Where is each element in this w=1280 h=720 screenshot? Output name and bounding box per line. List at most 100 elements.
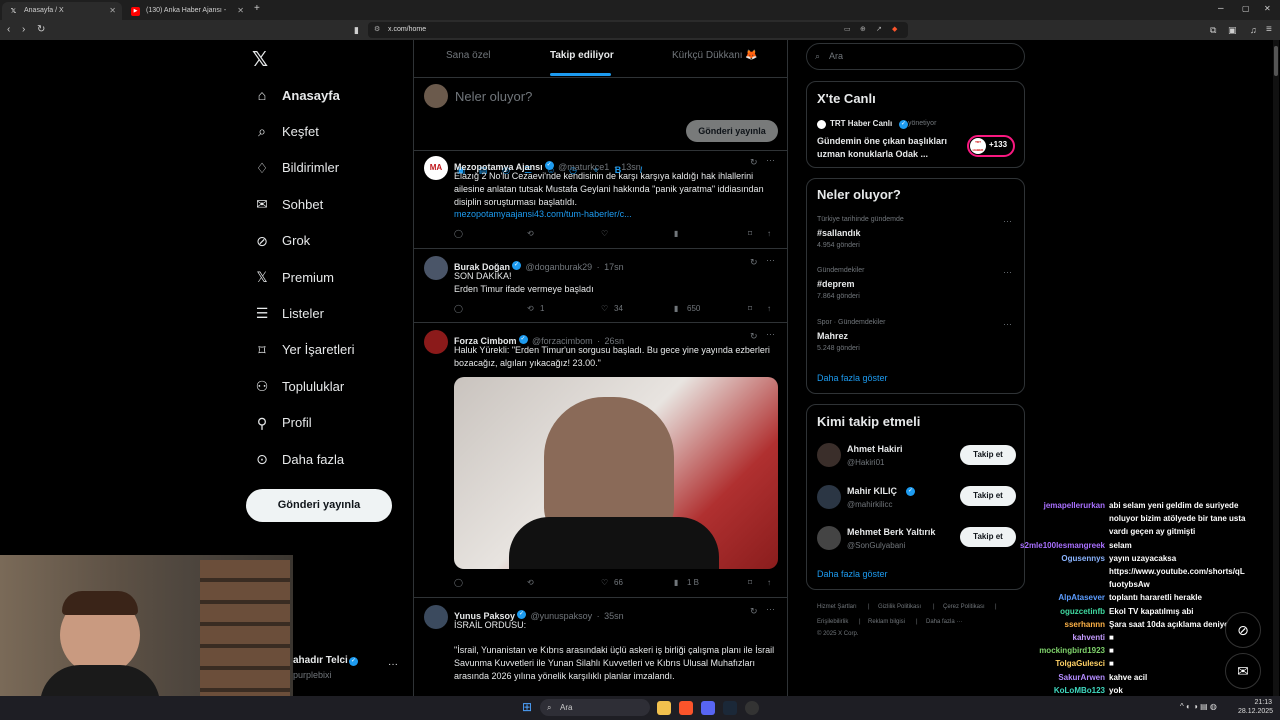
like-icon[interactable]: ♡ <box>601 578 608 587</box>
compose-post-button[interactable]: Gönderi yayınla <box>686 120 778 142</box>
back-icon[interactable]: ‹ <box>7 23 10 37</box>
live-headline[interactable]: Gündemin öne çıkan başlıkları uzman konu… <box>817 135 957 161</box>
reload-icon[interactable]: ↻ <box>37 23 45 37</box>
avatar[interactable] <box>424 330 448 354</box>
share-icon[interactable]: ↗ <box>876 22 882 38</box>
nav-item-x-logo[interactable]: 𝕏 Premium <box>254 265 334 289</box>
minimize-icon[interactable]: – <box>1218 2 1224 16</box>
repost-icon[interactable]: ⟲ <box>527 229 534 238</box>
obs-icon[interactable] <box>745 701 759 715</box>
views-icon[interactable]: ▮ <box>674 578 678 587</box>
repost-icon[interactable]: ⟲ <box>527 304 534 313</box>
post-button[interactable]: Gönderi yayınla <box>246 489 392 522</box>
views-icon[interactable]: ▮ <box>674 304 678 313</box>
x-logo-icon[interactable]: 𝕏 <box>252 47 268 72</box>
tab-list[interactable]: Kürkçü Dükkanı 🦊 <box>672 50 758 61</box>
bookmark-icon[interactable]: ⌑ <box>748 229 752 238</box>
nav-item-more-circle[interactable]: ⊙ Daha fazla <box>254 447 344 471</box>
tweet-image[interactable] <box>454 377 778 569</box>
avatar[interactable] <box>424 256 448 280</box>
account-name[interactable]: ahadır Telci <box>293 655 348 666</box>
close-tab-icon[interactable]: ✕ <box>109 2 116 20</box>
tab-following[interactable]: Takip ediliyor <box>550 50 614 61</box>
footer-link[interactable]: Çerez Politikası <box>943 604 985 610</box>
tray-icons[interactable]: ^ ◐ ◑ ▤ ◍ <box>1180 702 1217 711</box>
wtf-name[interactable]: Mehmet Berk Yaltırık <box>847 527 935 537</box>
browser-tab-x[interactable]: 𝕏 Anasayfa / X ✕ <box>2 2 122 20</box>
avatar[interactable] <box>817 526 841 550</box>
new-tab-icon[interactable]: + <box>254 2 260 16</box>
more-icon[interactable]: ··· <box>766 604 775 614</box>
more-icon[interactable]: ··· <box>766 255 775 265</box>
more-icon[interactable]: ··· <box>1003 267 1012 277</box>
reply-icon[interactable]: ◯ <box>454 229 463 238</box>
messages-float-icon[interactable]: ✉ <box>1225 653 1261 689</box>
footer-link[interactable]: Erişilebilirlik <box>817 619 848 625</box>
clock-time[interactable]: 21:13 <box>1240 699 1272 706</box>
more-icon[interactable]: ··· <box>766 329 775 339</box>
grok-float-icon[interactable]: ⊘ <box>1225 612 1261 648</box>
address-bar[interactable]: ⚙ x.com/home ▭ ⊕ ↗ ◆ <box>368 22 908 38</box>
nav-item-person[interactable]: ⚲ Profil <box>254 411 312 435</box>
wallet-icon[interactable]: ▣ <box>1228 23 1237 37</box>
bookmark-page-icon[interactable]: ▮ <box>354 23 359 37</box>
taskbar-search[interactable]: ⌕ Ara <box>540 699 650 716</box>
browser-tab-youtube[interactable]: ▶ (130) Anka Haber Ajansı - YouTube ✕ <box>124 2 250 32</box>
file-explorer-icon[interactable] <box>657 701 671 715</box>
nav-item-home[interactable]: ⌂ Anasayfa <box>254 83 340 107</box>
site-info-icon[interactable]: ⚙ <box>374 22 380 38</box>
reply-icon[interactable]: ◯ <box>454 578 463 587</box>
reply-icon[interactable]: ◯ <box>454 304 463 313</box>
avatar[interactable] <box>817 443 841 467</box>
footer-link[interactable]: Hizmet Şartları <box>817 604 857 610</box>
tab-for-you[interactable]: Sana özel <box>446 50 490 61</box>
like-icon[interactable]: ♡ <box>601 229 608 238</box>
follow-button[interactable]: Takip et <box>960 445 1016 465</box>
clock-date[interactable]: 28.12.2025 <box>1238 708 1273 715</box>
steam-icon[interactable] <box>723 701 737 715</box>
wtf-name[interactable]: Ahmet Hakiri <box>847 444 903 454</box>
avatar[interactable] <box>424 605 448 629</box>
bookmark-icon[interactable]: ⌑ <box>748 304 752 313</box>
trends-show-more[interactable]: Daha fazla göster <box>817 373 888 383</box>
share-icon[interactable]: ↑ <box>767 578 771 587</box>
share-icon[interactable]: ↑ <box>767 304 771 313</box>
wtf-show-more[interactable]: Daha fazla göster <box>817 569 888 579</box>
search-input[interactable]: ⌕ Ara <box>806 43 1025 70</box>
like-icon[interactable]: ♡ <box>601 304 608 313</box>
scrollbar-thumb[interactable] <box>1274 46 1278 76</box>
share-icon[interactable]: ↑ <box>767 229 771 238</box>
repost-icon[interactable]: ⟲ <box>527 578 534 587</box>
footer-link[interactable]: Gizlilik Politikası <box>878 604 921 610</box>
tweet-link[interactable]: mezopotamyaajansi43.com/tum-haberler/c..… <box>454 208 779 221</box>
close-tab-icon[interactable]: ✕ <box>237 2 244 20</box>
wtf-name[interactable]: Mahir KILIÇ <box>847 486 897 496</box>
avatar[interactable]: MA <box>424 156 448 180</box>
zoom-icon[interactable]: ⊕ <box>860 22 866 38</box>
brave-icon[interactable] <box>679 701 693 715</box>
footer-link[interactable]: Daha fazla ··· <box>926 619 962 625</box>
window-close-icon[interactable]: ✕ <box>1264 2 1271 16</box>
nav-item-bell[interactable]: ♢ Bildirimler <box>254 156 339 180</box>
more-icon[interactable]: ··· <box>1003 319 1012 329</box>
forward-icon[interactable]: › <box>22 23 25 37</box>
grok-icon[interactable]: ↻ <box>750 606 758 617</box>
grok-icon[interactable]: ↻ <box>750 157 758 168</box>
nav-item-bookmark[interactable]: ⌑ Yer İşaretleri <box>254 338 354 362</box>
account-more-icon[interactable]: ··· <box>388 659 398 670</box>
grok-icon[interactable]: ↻ <box>750 257 758 268</box>
nav-item-grok[interactable]: ⊘ Grok <box>254 229 310 253</box>
maximize-icon[interactable]: ▢ <box>1242 2 1250 16</box>
windows-start-icon[interactable]: ⊞ <box>522 700 536 714</box>
live-participants[interactable]: TRT HABER +133 <box>967 135 1015 157</box>
nav-item-search[interactable]: ⌕ Keşfet <box>254 119 319 143</box>
live-host[interactable]: TRT Haber Canlı <box>830 119 892 128</box>
views-icon[interactable]: ▮ <box>674 229 678 238</box>
compose-input[interactable]: Neler oluyor? <box>455 89 532 104</box>
menu-icon[interactable]: ≡ <box>1266 23 1272 37</box>
avatar[interactable] <box>817 485 841 509</box>
cast-icon[interactable]: ▭ <box>844 22 851 38</box>
nav-item-list[interactable]: ☰ Listeler <box>254 301 324 325</box>
more-icon[interactable]: ··· <box>1003 216 1012 226</box>
bookmark-icon[interactable]: ⌑ <box>748 578 752 587</box>
